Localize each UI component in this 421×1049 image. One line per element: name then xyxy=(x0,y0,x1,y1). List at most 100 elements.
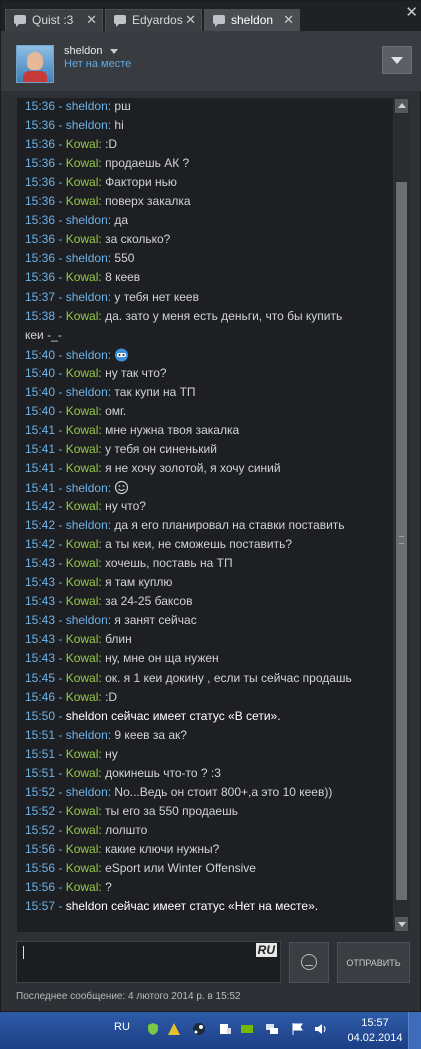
message-sender[interactable]: sheldon xyxy=(66,613,108,627)
message-time: 15:36 xyxy=(25,232,56,247)
message-time: 15:52 xyxy=(25,822,56,837)
message-sender[interactable]: Kowal xyxy=(66,651,99,665)
message-sender[interactable]: sheldon xyxy=(66,518,108,532)
chat-header: sheldon Нет на месте xyxy=(1,31,421,91)
message-time: 15:36 xyxy=(25,118,56,133)
message-sender[interactable]: Kowal xyxy=(66,442,99,456)
message-sender[interactable]: Kowal xyxy=(66,671,99,685)
message-sender[interactable]: Kowal xyxy=(66,594,99,608)
tab-edyardos[interactable]: Edyardos ✕ xyxy=(105,9,202,31)
message-input[interactable]: RU xyxy=(16,941,281,983)
message-sender[interactable]: sheldon xyxy=(66,728,108,742)
message-text: так купи на ТП xyxy=(114,384,196,399)
emoticon-button[interactable] xyxy=(289,942,329,983)
message-time: 15:51 xyxy=(25,727,56,742)
message-text: за сколько? xyxy=(105,232,171,247)
message-time: 15:51 xyxy=(25,765,56,780)
message-sender[interactable]: sheldon xyxy=(66,99,108,113)
message-sender[interactable]: Kowal xyxy=(66,194,99,208)
message-sender[interactable]: Kowal xyxy=(66,232,99,246)
message-time: 15:41 xyxy=(25,460,56,475)
message-sender[interactable]: Kowal xyxy=(66,690,99,704)
message-sender[interactable]: sheldon xyxy=(66,290,108,304)
message-time: 15:50 xyxy=(25,708,56,723)
close-tab-icon[interactable]: ✕ xyxy=(283,12,294,28)
chat-message: 15:41 - Kowal: у тебя он синенький xyxy=(25,441,217,456)
send-button[interactable]: ОТПРАВИТЬ xyxy=(337,942,410,983)
message-sender[interactable]: Kowal xyxy=(66,175,99,189)
avatar[interactable] xyxy=(16,45,54,83)
message-sender[interactable]: Kowal xyxy=(66,823,99,837)
message-sender[interactable]: Kowal xyxy=(66,766,99,780)
volume-icon[interactable] xyxy=(313,1022,327,1036)
scroll-up-arrow-icon[interactable] xyxy=(395,99,408,113)
chat-message: 15:36 - Kowal: 8 кеев xyxy=(25,270,141,285)
message-sender[interactable]: sheldon xyxy=(66,481,108,495)
message-sender[interactable]: sheldon xyxy=(66,118,108,132)
chevron-down-icon[interactable] xyxy=(110,49,118,54)
message-sender[interactable]: sheldon xyxy=(66,251,108,265)
message-text: да xyxy=(114,213,129,228)
message-sender[interactable]: sheldon xyxy=(66,785,108,799)
shield-icon[interactable] xyxy=(146,1022,160,1036)
devices-icon[interactable] xyxy=(218,1022,232,1036)
message-text: у тебя он синенький xyxy=(105,441,217,456)
nvidia-icon[interactable] xyxy=(240,1022,254,1036)
tab-quist[interactable]: Quist :3 ✕ xyxy=(5,9,103,31)
message-time: 15:41 xyxy=(25,441,56,456)
message-sender[interactable]: Kowal xyxy=(66,632,99,646)
message-sender[interactable]: Kowal xyxy=(66,366,99,380)
message-sender[interactable]: Kowal xyxy=(66,156,99,170)
close-window-icon[interactable]: ✕ xyxy=(405,3,418,21)
chat-message: 15:40 - Kowal: ну так что? xyxy=(25,365,167,380)
message-sender[interactable]: Kowal xyxy=(66,556,99,570)
username[interactable]: sheldon xyxy=(64,45,103,57)
clock-date[interactable]: 04.02.2014 xyxy=(346,1032,404,1044)
blue-emoticon-icon xyxy=(115,348,129,362)
scroll-down-arrow-icon[interactable] xyxy=(395,917,408,931)
message-sender[interactable]: Kowal xyxy=(66,747,99,761)
scrollbar[interactable] xyxy=(394,98,409,932)
warning-icon[interactable] xyxy=(167,1022,181,1036)
message-text: eSport или Winter Offensive xyxy=(105,861,256,875)
tab-bar: Quist :3 ✕ Edyardos ✕ sheldon ✕ ✕ xyxy=(1,1,421,31)
message-sender[interactable]: Kowal xyxy=(66,575,99,589)
message-sender[interactable]: Kowal xyxy=(66,861,99,875)
message-sender[interactable]: Kowal xyxy=(66,499,99,513)
clock-time[interactable]: 15:57 xyxy=(355,1017,395,1029)
message-sender[interactable]: Kowal xyxy=(66,404,99,418)
chat-message: 15:56 - Kowal: ? xyxy=(25,880,112,895)
message-text: No...Ведь он стоит 800+,а это 10 кеев)) xyxy=(114,784,333,799)
options-dropdown-button[interactable] xyxy=(382,46,412,74)
steam-icon[interactable] xyxy=(192,1022,206,1036)
message-sender[interactable]: Kowal xyxy=(66,880,99,894)
chat-message: 15:43 - Kowal: блин xyxy=(25,632,132,647)
message-sender[interactable]: Kowal xyxy=(66,842,99,856)
message-text: ты его за 550 продаешь xyxy=(105,803,238,818)
message-sender[interactable]: Kowal xyxy=(66,423,99,437)
message-sender[interactable]: Kowal xyxy=(66,461,99,475)
network-icon[interactable] xyxy=(265,1022,279,1036)
chat-icon xyxy=(213,15,225,27)
message-sender[interactable]: sheldon xyxy=(66,385,108,399)
chat-message: 15:42 - Kowal: а ты кеи, не сможешь пост… xyxy=(25,537,292,552)
message-time: 15:36 xyxy=(25,270,56,285)
message-sender[interactable]: Kowal xyxy=(66,804,99,818)
message-text: я там куплю xyxy=(105,575,173,590)
message-text: :D xyxy=(105,689,118,704)
flag-icon[interactable] xyxy=(290,1022,304,1036)
scrollbar-thumb[interactable] xyxy=(396,182,407,900)
message-sender[interactable]: Kowal xyxy=(66,270,99,284)
message-sender[interactable]: Kowal xyxy=(66,137,99,151)
message-sender[interactable]: Kowal xyxy=(66,309,99,323)
tab-sheldon[interactable]: sheldon ✕ xyxy=(204,9,300,31)
message-time: 15:56 xyxy=(25,861,56,875)
chat-message: 15:52 - Kowal: ты его за 550 продаешь xyxy=(25,803,238,818)
show-desktop-button[interactable] xyxy=(408,1012,421,1049)
close-tab-icon[interactable]: ✕ xyxy=(86,12,97,28)
message-sender[interactable]: sheldon xyxy=(66,348,108,362)
close-tab-icon[interactable]: ✕ xyxy=(185,12,196,28)
message-sender[interactable]: sheldon xyxy=(66,213,108,227)
message-sender[interactable]: Kowal xyxy=(66,537,99,551)
language-indicator[interactable]: RU xyxy=(114,1021,130,1033)
